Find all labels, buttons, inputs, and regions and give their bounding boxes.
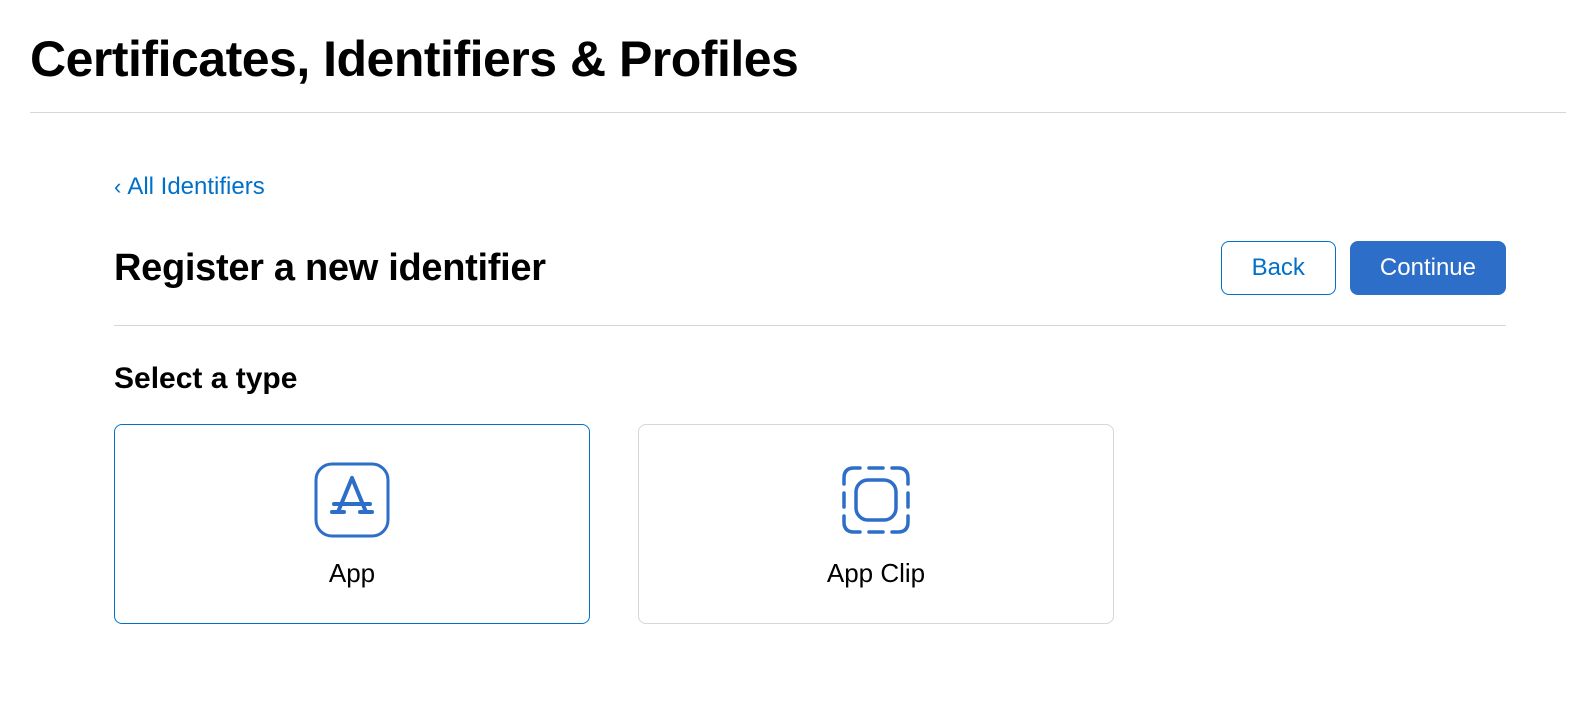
- back-button[interactable]: Back: [1221, 241, 1336, 295]
- subsection-title: Select a type: [114, 362, 1506, 396]
- main-content: ‹ All Identifiers Register a new identif…: [30, 173, 1566, 624]
- type-card-label: App: [329, 558, 375, 589]
- breadcrumb-all-identifiers[interactable]: ‹ All Identifiers: [114, 173, 265, 201]
- app-icon: [312, 460, 392, 540]
- breadcrumb-label: All Identifiers: [127, 173, 264, 201]
- button-group: Back Continue: [1221, 241, 1506, 295]
- type-card-app-clip[interactable]: App Clip: [638, 424, 1114, 624]
- continue-button[interactable]: Continue: [1350, 241, 1506, 295]
- page-title: Certificates, Identifiers & Profiles: [30, 30, 1566, 113]
- section-header: Register a new identifier Back Continue: [114, 241, 1506, 326]
- app-clip-icon: [836, 460, 916, 540]
- section-title: Register a new identifier: [114, 247, 546, 290]
- type-card-label: App Clip: [827, 558, 925, 589]
- chevron-left-icon: ‹: [114, 176, 121, 198]
- type-cards: App App Clip: [114, 424, 1506, 624]
- type-card-app[interactable]: App: [114, 424, 590, 624]
